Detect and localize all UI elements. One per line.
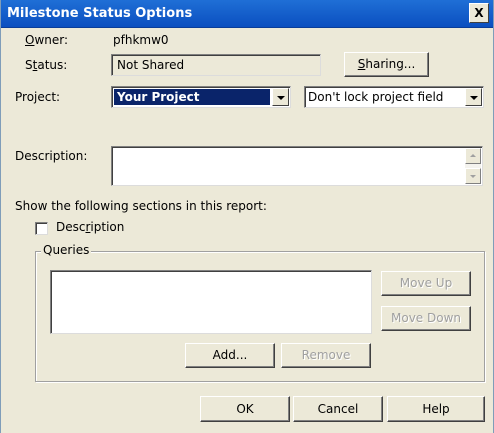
queries-list[interactable] [50, 270, 372, 334]
cancel-button[interactable]: Cancel [293, 396, 383, 422]
project-select[interactable]: Your Project [111, 86, 291, 108]
window-title: Milestone Status Options [7, 6, 193, 21]
ok-button[interactable]: OK [200, 396, 290, 422]
sharing-button[interactable]: Sharing... [344, 52, 429, 77]
move-up-button[interactable]: Move Up [381, 271, 471, 296]
close-icon: X [474, 6, 484, 20]
lock-project-value: Don't lock project field [308, 90, 444, 104]
scroll-up-button[interactable] [465, 148, 481, 164]
description-label: Description: [15, 149, 88, 163]
owner-value: pfhkmw0 [113, 33, 169, 47]
scroll-down-icon [470, 175, 476, 178]
owner-label-text: Owner: [25, 33, 69, 47]
scroll-up-icon [470, 154, 476, 157]
chevron-down-icon [277, 96, 285, 100]
title-bar[interactable]: Milestone Status Options X [1, 0, 493, 28]
project-dropdown-button[interactable] [272, 88, 289, 106]
description-scrollbar[interactable] [465, 148, 481, 184]
remove-query-button[interactable]: Remove [281, 343, 371, 368]
lock-project-select[interactable]: Don't lock project field [304, 86, 484, 108]
scroll-down-button[interactable] [465, 168, 481, 184]
chevron-down-icon [470, 96, 478, 100]
owner-label: Owner: [25, 33, 68, 47]
description-textarea[interactable] [111, 146, 483, 186]
add-query-button[interactable]: Add... [185, 343, 275, 368]
lock-project-dropdown-button[interactable] [465, 88, 482, 106]
queries-legend: Queries [41, 243, 92, 257]
project-label: Project: [15, 90, 61, 104]
project-selected-value: Your Project [114, 89, 270, 105]
description-checkbox-label[interactable]: Description [56, 220, 124, 234]
status-label: Status: [25, 58, 68, 72]
milestone-status-options-dialog: Milestone Status Options X Owner: pfhkmw… [0, 0, 494, 433]
description-checkbox[interactable] [35, 222, 48, 235]
move-down-button[interactable]: Move Down [381, 306, 471, 331]
sections-heading: Show the following sections in this repo… [15, 199, 267, 213]
close-button[interactable]: X [469, 3, 489, 23]
status-field: Not Shared [111, 54, 321, 76]
help-button[interactable]: Help [387, 396, 485, 422]
status-value: Not Shared [117, 58, 185, 72]
